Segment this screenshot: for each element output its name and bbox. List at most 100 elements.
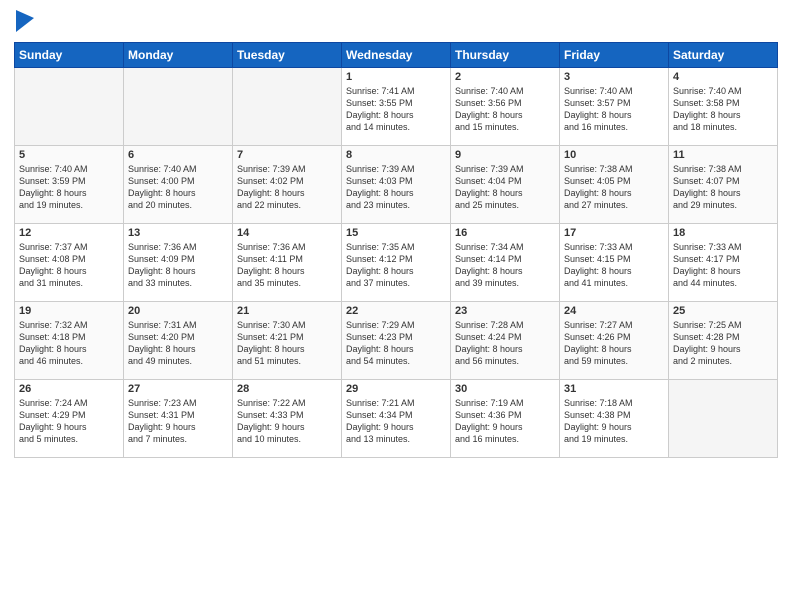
day-info: Sunrise: 7:19 AM Sunset: 4:36 PM Dayligh… [455, 397, 555, 446]
calendar-cell: 20 Sunrise: 7:31 AM Sunset: 4:20 PM Dayli… [124, 302, 233, 380]
calendar-cell [15, 68, 124, 146]
calendar-cell: 9 Sunrise: 7:39 AM Sunset: 4:04 PM Daylig… [451, 146, 560, 224]
calendar-cell: 17 Sunrise: 7:33 AM Sunset: 4:15 PM Dayli… [560, 224, 669, 302]
day-info: Sunrise: 7:31 AM Sunset: 4:20 PM Dayligh… [128, 319, 228, 368]
day-info: Sunrise: 7:40 AM Sunset: 3:56 PM Dayligh… [455, 85, 555, 134]
day-number: 26 [19, 383, 119, 395]
day-info: Sunrise: 7:33 AM Sunset: 4:15 PM Dayligh… [564, 241, 664, 290]
day-info: Sunrise: 7:22 AM Sunset: 4:33 PM Dayligh… [237, 397, 337, 446]
day-info: Sunrise: 7:18 AM Sunset: 4:38 PM Dayligh… [564, 397, 664, 446]
day-number: 10 [564, 149, 664, 161]
day-info: Sunrise: 7:40 AM Sunset: 3:57 PM Dayligh… [564, 85, 664, 134]
day-info: Sunrise: 7:39 AM Sunset: 4:02 PM Dayligh… [237, 163, 337, 212]
day-number: 28 [237, 383, 337, 395]
day-info: Sunrise: 7:34 AM Sunset: 4:14 PM Dayligh… [455, 241, 555, 290]
calendar-cell: 3 Sunrise: 7:40 AM Sunset: 3:57 PM Daylig… [560, 68, 669, 146]
calendar-cell: 31Sunrise: 7:18 AM Sunset: 4:38 PM Dayli… [560, 380, 669, 458]
day-info: Sunrise: 7:40 AM Sunset: 3:58 PM Dayligh… [673, 85, 773, 134]
day-number: 1 [346, 71, 446, 83]
day-number: 14 [237, 227, 337, 239]
day-number: 17 [564, 227, 664, 239]
calendar-cell: 19 Sunrise: 7:32 AM Sunset: 4:18 PM Dayli… [15, 302, 124, 380]
calendar-cell: 5 Sunrise: 7:40 AM Sunset: 3:59 PM Daylig… [15, 146, 124, 224]
calendar-cell: 24 Sunrise: 7:27 AM Sunset: 4:26 PM Dayli… [560, 302, 669, 380]
calendar-week-4: 19 Sunrise: 7:32 AM Sunset: 4:18 PM Dayli… [15, 302, 778, 380]
calendar-cell: 14 Sunrise: 7:36 AM Sunset: 4:11 PM Dayli… [233, 224, 342, 302]
day-number: 4 [673, 71, 773, 83]
weekday-header-row: SundayMondayTuesdayWednesdayThursdayFrid… [15, 43, 778, 68]
calendar-week-3: 12Sunrise: 7:37 AM Sunset: 4:08 PM Dayli… [15, 224, 778, 302]
weekday-header-saturday: Saturday [669, 43, 778, 68]
calendar-cell: 18 Sunrise: 7:33 AM Sunset: 4:17 PM Dayli… [669, 224, 778, 302]
day-info: Sunrise: 7:36 AM Sunset: 4:11 PM Dayligh… [237, 241, 337, 290]
calendar-cell: 22Sunrise: 7:29 AM Sunset: 4:23 PM Dayli… [342, 302, 451, 380]
weekday-header-monday: Monday [124, 43, 233, 68]
calendar-cell: 4 Sunrise: 7:40 AM Sunset: 3:58 PM Daylig… [669, 68, 778, 146]
day-number: 3 [564, 71, 664, 83]
day-info: Sunrise: 7:27 AM Sunset: 4:26 PM Dayligh… [564, 319, 664, 368]
day-info: Sunrise: 7:23 AM Sunset: 4:31 PM Dayligh… [128, 397, 228, 446]
calendar-cell: 2Sunrise: 7:40 AM Sunset: 3:56 PM Daylig… [451, 68, 560, 146]
day-number: 29 [346, 383, 446, 395]
day-info: Sunrise: 7:24 AM Sunset: 4:29 PM Dayligh… [19, 397, 119, 446]
day-number: 23 [455, 305, 555, 317]
calendar-cell: 28 Sunrise: 7:22 AM Sunset: 4:33 PM Dayli… [233, 380, 342, 458]
calendar-cell: 1Sunrise: 7:41 AM Sunset: 3:55 PM Daylig… [342, 68, 451, 146]
day-number: 12 [19, 227, 119, 239]
weekday-header-friday: Friday [560, 43, 669, 68]
calendar-cell: 30 Sunrise: 7:19 AM Sunset: 4:36 PM Dayli… [451, 380, 560, 458]
weekday-header-wednesday: Wednesday [342, 43, 451, 68]
calendar-cell: 13Sunrise: 7:36 AM Sunset: 4:09 PM Dayli… [124, 224, 233, 302]
day-info: Sunrise: 7:39 AM Sunset: 4:03 PM Dayligh… [346, 163, 446, 212]
calendar-cell: 23 Sunrise: 7:28 AM Sunset: 4:24 PM Dayli… [451, 302, 560, 380]
day-info: Sunrise: 7:28 AM Sunset: 4:24 PM Dayligh… [455, 319, 555, 368]
calendar-cell [669, 380, 778, 458]
calendar-cell: 6 Sunrise: 7:40 AM Sunset: 4:00 PM Daylig… [124, 146, 233, 224]
day-number: 21 [237, 305, 337, 317]
calendar-cell: 29 Sunrise: 7:21 AM Sunset: 4:34 PM Dayli… [342, 380, 451, 458]
day-number: 9 [455, 149, 555, 161]
day-info: Sunrise: 7:33 AM Sunset: 4:17 PM Dayligh… [673, 241, 773, 290]
day-number: 30 [455, 383, 555, 395]
day-info: Sunrise: 7:35 AM Sunset: 4:12 PM Dayligh… [346, 241, 446, 290]
weekday-header-sunday: Sunday [15, 43, 124, 68]
logo-icon [16, 10, 34, 32]
day-number: 19 [19, 305, 119, 317]
day-number: 5 [19, 149, 119, 161]
day-info: Sunrise: 7:40 AM Sunset: 3:59 PM Dayligh… [19, 163, 119, 212]
calendar-table: SundayMondayTuesdayWednesdayThursdayFrid… [14, 42, 778, 458]
day-number: 27 [128, 383, 228, 395]
day-info: Sunrise: 7:36 AM Sunset: 4:09 PM Dayligh… [128, 241, 228, 290]
day-number: 16 [455, 227, 555, 239]
header [14, 10, 778, 34]
day-number: 20 [128, 305, 228, 317]
calendar-week-1: 1Sunrise: 7:41 AM Sunset: 3:55 PM Daylig… [15, 68, 778, 146]
day-info: Sunrise: 7:38 AM Sunset: 4:05 PM Dayligh… [564, 163, 664, 212]
calendar-cell: 10 Sunrise: 7:38 AM Sunset: 4:05 PM Dayli… [560, 146, 669, 224]
day-number: 6 [128, 149, 228, 161]
calendar-week-5: 26 Sunrise: 7:24 AM Sunset: 4:29 PM Dayli… [15, 380, 778, 458]
day-number: 18 [673, 227, 773, 239]
day-info: Sunrise: 7:40 AM Sunset: 4:00 PM Dayligh… [128, 163, 228, 212]
calendar-cell: 8 Sunrise: 7:39 AM Sunset: 4:03 PM Daylig… [342, 146, 451, 224]
day-info: Sunrise: 7:38 AM Sunset: 4:07 PM Dayligh… [673, 163, 773, 212]
day-info: Sunrise: 7:32 AM Sunset: 4:18 PM Dayligh… [19, 319, 119, 368]
day-number: 7 [237, 149, 337, 161]
calendar-cell [124, 68, 233, 146]
day-info: Sunrise: 7:29 AM Sunset: 4:23 PM Dayligh… [346, 319, 446, 368]
calendar-cell: 12Sunrise: 7:37 AM Sunset: 4:08 PM Dayli… [15, 224, 124, 302]
day-info: Sunrise: 7:30 AM Sunset: 4:21 PM Dayligh… [237, 319, 337, 368]
logo [14, 10, 34, 34]
day-info: Sunrise: 7:21 AM Sunset: 4:34 PM Dayligh… [346, 397, 446, 446]
day-info: Sunrise: 7:39 AM Sunset: 4:04 PM Dayligh… [455, 163, 555, 212]
day-number: 8 [346, 149, 446, 161]
calendar-cell: 16 Sunrise: 7:34 AM Sunset: 4:14 PM Dayli… [451, 224, 560, 302]
calendar-cell: 26 Sunrise: 7:24 AM Sunset: 4:29 PM Dayli… [15, 380, 124, 458]
day-number: 25 [673, 305, 773, 317]
page-container: SundayMondayTuesdayWednesdayThursdayFrid… [0, 0, 792, 466]
calendar-cell: 7 Sunrise: 7:39 AM Sunset: 4:02 PM Daylig… [233, 146, 342, 224]
calendar-cell: 15Sunrise: 7:35 AM Sunset: 4:12 PM Dayli… [342, 224, 451, 302]
calendar-week-2: 5 Sunrise: 7:40 AM Sunset: 3:59 PM Daylig… [15, 146, 778, 224]
calendar-cell: 25Sunrise: 7:25 AM Sunset: 4:28 PM Dayli… [669, 302, 778, 380]
day-number: 24 [564, 305, 664, 317]
